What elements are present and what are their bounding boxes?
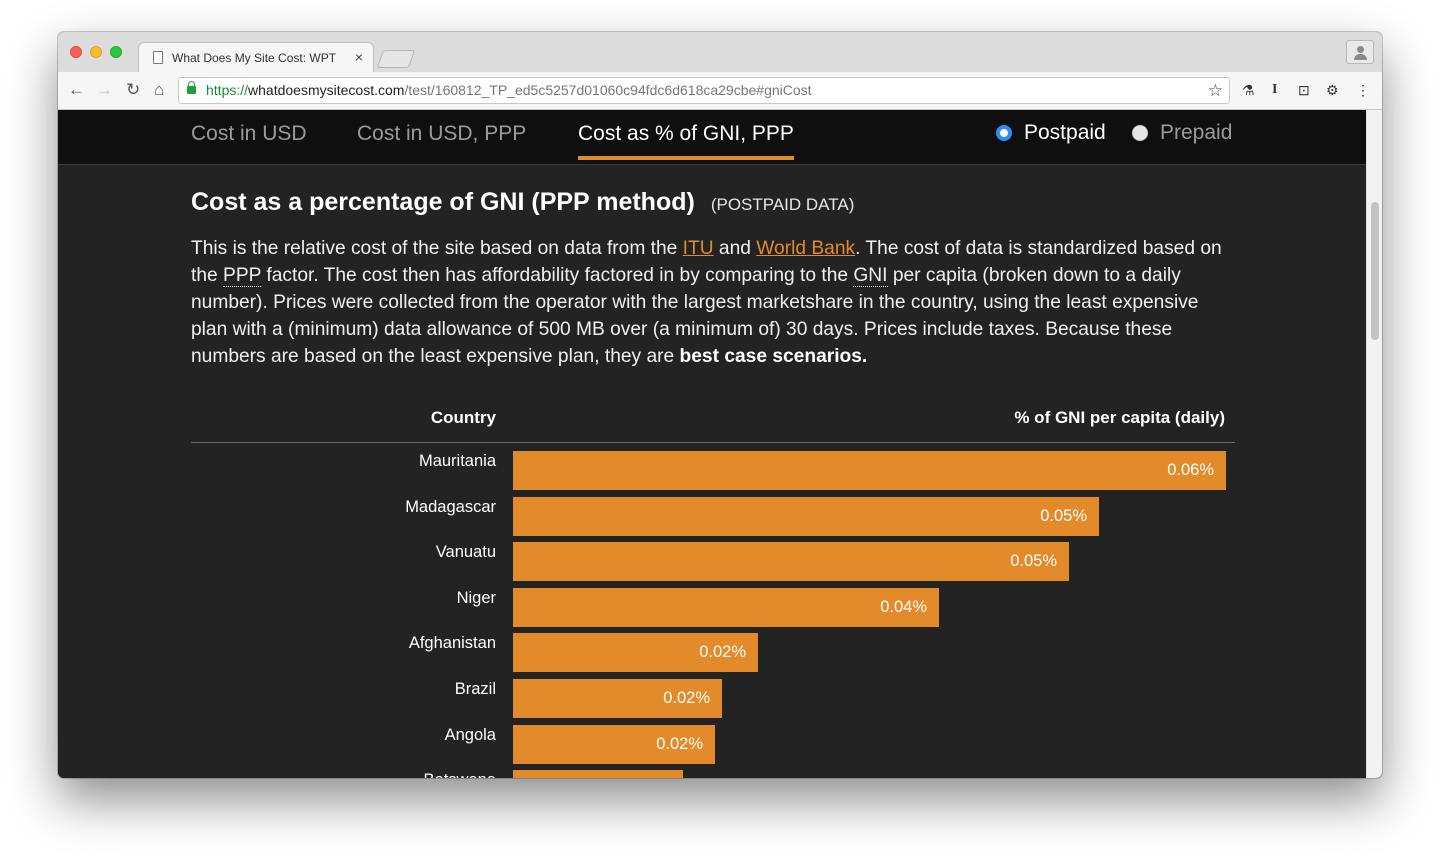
bar-value-label: 0.05%: [1040, 506, 1087, 525]
gni-cost-chart: Country % of GNI per capita (daily) Maur…: [191, 400, 1235, 778]
country-label: Brazil: [454, 680, 496, 698]
browser-toolbar: ← → ↻ ⌂ https://whatdoesmysitecost.com/t…: [58, 72, 1382, 110]
profile-icon: [1357, 46, 1364, 53]
heading-subtitle: (POSTPAID DATA): [710, 195, 855, 214]
country-label: Niger: [456, 588, 496, 607]
instapaper-icon[interactable]: I: [1272, 81, 1277, 99]
url-text: https://whatdoesmysitecost.com/test/1608…: [206, 82, 812, 98]
profile-button[interactable]: [1346, 40, 1374, 64]
chart-divider: [191, 442, 1235, 443]
bar-value-label: 0.06%: [1167, 461, 1214, 479]
page-icon: [153, 51, 163, 64]
evernote-icon[interactable]: ⚗: [1242, 81, 1255, 99]
ppp-abbreviation[interactable]: PPP: [223, 265, 262, 287]
tab-strip: What Does My Site Cost: WPT ×: [58, 32, 1382, 72]
browser-tab[interactable]: What Does My Site Cost: WPT ×: [138, 42, 374, 72]
minimize-window-button[interactable]: [90, 46, 102, 58]
scrollbar-thumb[interactable]: [1371, 202, 1379, 340]
postpaid-radio[interactable]: Postpaid: [996, 121, 1106, 145]
zoom-window-button[interactable]: [110, 46, 122, 58]
country-label: Madagascar: [405, 497, 496, 516]
chart-bar[interactable]: 0.04%: [513, 587, 939, 627]
bar-value-label: 0.04%: [880, 597, 927, 616]
reload-icon[interactable]: ↻: [126, 80, 140, 100]
radio-unselected-icon: [1132, 125, 1148, 141]
bookmark-star-icon[interactable]: ☆: [1208, 78, 1223, 103]
bar-value-label: 0.02%: [656, 734, 703, 753]
best-case-emphasis: best case scenarios.: [679, 346, 868, 367]
world-bank-link[interactable]: World Bank: [756, 238, 855, 259]
chart-bar[interactable]: [513, 770, 683, 778]
country-label: Angola: [444, 725, 496, 744]
close-window-button[interactable]: [70, 46, 82, 58]
itu-link[interactable]: ITU: [683, 238, 714, 259]
tab-cost-usd[interactable]: Cost in USD: [191, 122, 307, 146]
tab-title: What Does My Site Cost: WPT: [172, 51, 337, 65]
country-column-header: Country: [430, 408, 496, 427]
value-column-header: % of GNI per capita (daily): [1014, 408, 1225, 427]
chart-bar[interactable]: 0.02%: [513, 724, 715, 764]
radio-selected-icon: [996, 125, 1012, 141]
bar-value-label: 0.02%: [663, 689, 710, 707]
country-label: Afghanistan: [408, 634, 496, 653]
gni-abbreviation[interactable]: GNI: [853, 265, 888, 287]
forward-icon[interactable]: →: [96, 80, 113, 100]
menu-icon[interactable]: ⋮: [1356, 81, 1370, 99]
close-tab-icon[interactable]: ×: [355, 49, 363, 65]
country-label: Botswana: [191, 771, 496, 778]
gear-icon[interactable]: ⚙: [1326, 81, 1339, 99]
home-icon[interactable]: ⌂: [154, 80, 164, 100]
new-tab-button[interactable]: [376, 50, 416, 68]
vertical-scrollbar[interactable]: [1366, 110, 1382, 778]
chart-bar[interactable]: 0.06%: [513, 451, 1226, 490]
tab-cost-usd-ppp[interactable]: Cost in USD, PPP: [357, 122, 526, 146]
bar-value-label: 0.05%: [1010, 552, 1057, 571]
page-viewport: Cost in USD Cost in USD, PPP Cost as % o…: [58, 110, 1382, 778]
lock-icon: [187, 81, 196, 94]
prepaid-label: Prepaid: [1160, 121, 1233, 144]
postpaid-label: Postpaid: [1024, 121, 1106, 144]
chart-bar[interactable]: 0.02%: [513, 679, 722, 718]
chart-bar[interactable]: 0.05%: [513, 496, 1099, 536]
bar-value-label: 0.02%: [699, 643, 746, 662]
browser-window: What Does My Site Cost: WPT × ← → ↻ ⌂ ht…: [58, 32, 1382, 778]
country-label: Mauritania: [418, 452, 496, 470]
chart-bar[interactable]: 0.02%: [513, 633, 758, 673]
page-heading: Cost as a percentage of GNI (PPP method)…: [191, 188, 855, 216]
badge-icon[interactable]: ⊡: [1298, 81, 1310, 99]
cost-type-nav: Cost in USD Cost in USD, PPP Cost as % o…: [58, 110, 1366, 165]
main-content: Cost as a percentage of GNI (PPP method)…: [191, 188, 1236, 370]
tab-cost-gni-ppp[interactable]: Cost as % of GNI, PPP: [578, 122, 794, 160]
country-label: Vanuatu: [435, 543, 496, 562]
prepaid-radio[interactable]: Prepaid: [1132, 121, 1233, 145]
description-paragraph: This is the relative cost of the site ba…: [191, 238, 1222, 367]
back-icon[interactable]: ←: [68, 80, 85, 100]
address-bar[interactable]: https://whatdoesmysitecost.com/test/1608…: [178, 77, 1230, 104]
chart-bar[interactable]: 0.05%: [513, 542, 1069, 582]
